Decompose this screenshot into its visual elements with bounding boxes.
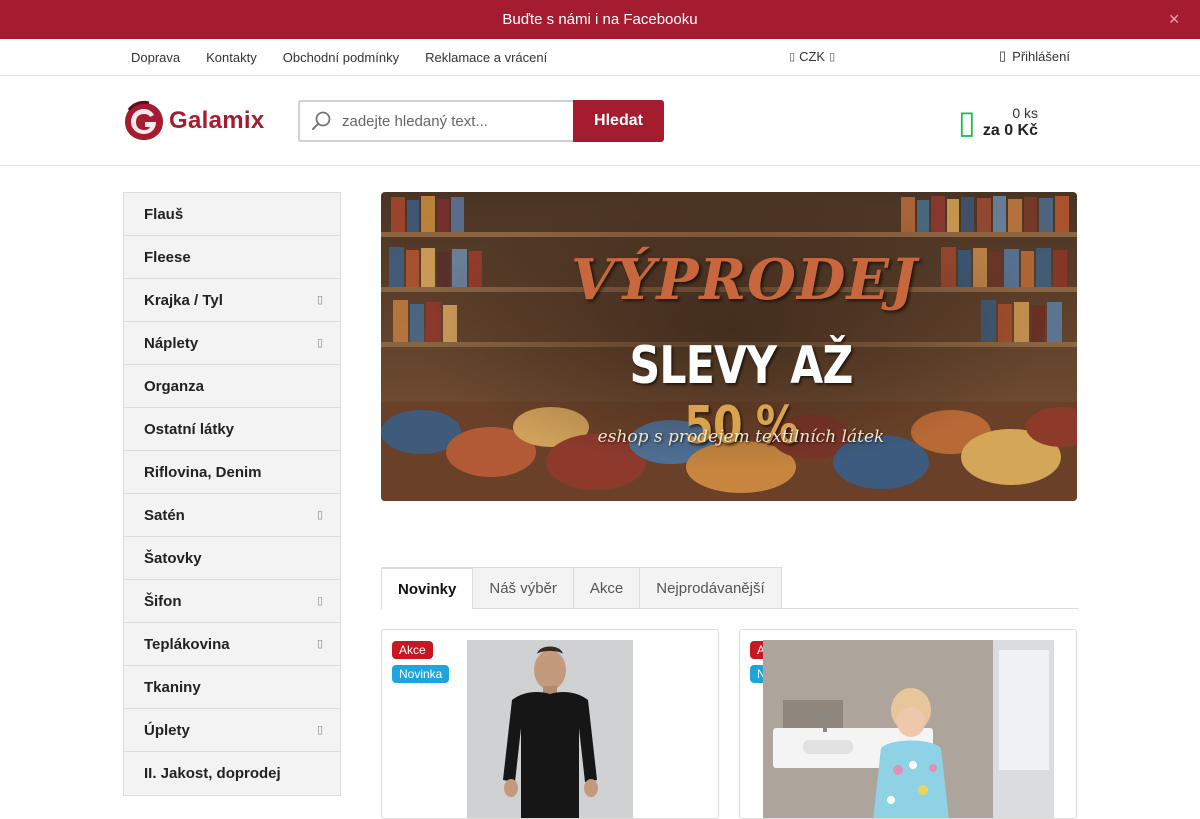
category-item[interactable]: Riflovina, Denim <box>124 451 340 494</box>
login-label: Přihlášení <box>1012 48 1070 64</box>
category-item[interactable]: Organza <box>124 365 340 408</box>
logo-text: Galamix <box>169 107 265 134</box>
category-item[interactable]: Šifon ▯ <box>124 580 340 623</box>
login-link[interactable]: ▯ Přihlášení <box>999 48 1070 64</box>
promo-bar: Buďte s námi i na Facebooku ✕ <box>0 0 1200 39</box>
category-item[interactable]: Flauš <box>124 193 340 236</box>
product-tabs: Novinky Náš výběr Akce Nejprodávanější <box>381 567 1078 609</box>
cart-total: za 0 Kč <box>982 122 1038 139</box>
chevron-right-icon: ▯ <box>316 294 323 306</box>
user-icon: ▯ <box>999 48 1007 63</box>
logo-icon <box>125 100 163 140</box>
chevron-down-icon: ▯ <box>829 51 836 63</box>
category-menu: Flauš Fleese Krajka / Tyl ▯ Náplety ▯ Orga… <box>123 192 341 796</box>
category-item[interactable]: II. Jakost, doprodej <box>124 752 340 795</box>
currency-label: CZK <box>799 49 826 64</box>
category-item[interactable]: Ostatní látky <box>124 408 340 451</box>
product-image[interactable] <box>763 640 1054 818</box>
chevron-right-icon: ▯ <box>316 638 323 650</box>
banner-subtitle-text: SLEVY AŽ <box>629 336 853 396</box>
category-label: Fleese <box>144 249 191 266</box>
link-obchodni-podminky[interactable]: Obchodní podmínky <box>270 50 412 65</box>
cart[interactable]: ▯ 0 ks za 0 Kč <box>958 104 1040 144</box>
search-box <box>298 100 574 142</box>
link-kontakty[interactable]: Kontakty <box>193 50 270 65</box>
link-doprava[interactable]: Doprava <box>118 50 193 65</box>
category-item[interactable]: Úplety ▯ <box>124 709 340 752</box>
banner-tagline: eshop s prodejem textilních látek <box>597 427 885 447</box>
banner-title: VÝPRODEJ <box>571 247 918 313</box>
category-label: Šifon <box>144 593 182 610</box>
product-image[interactable] <box>467 640 633 818</box>
category-label: Organza <box>144 378 205 395</box>
chevron-right-icon: ▯ <box>316 337 323 349</box>
category-label: Teplákovina <box>144 636 230 653</box>
currency-selector[interactable]: ▯ CZK ▯ <box>789 49 835 64</box>
product-card[interactable]: Akce Novinka <box>381 629 719 819</box>
info-links: Doprava Kontakty Obchodní podmínky Rekla… <box>118 39 560 75</box>
product-card[interactable]: Akce Novinka <box>739 629 1077 819</box>
link-reklamace[interactable]: Reklamace a vrácení <box>412 50 560 65</box>
category-label: Tkaniny <box>144 679 201 696</box>
category-item[interactable]: Teplákovina ▯ <box>124 623 340 666</box>
site-header: Galamix Hledat ▯ 0 ks za 0 Kč <box>0 76 1200 166</box>
category-label: Náplety <box>144 335 199 352</box>
close-icon[interactable]: ✕ <box>1168 0 1180 39</box>
search-input[interactable] <box>342 112 562 130</box>
category-label: II. Jakost, doprodej <box>144 765 281 782</box>
currency-icon: ▯ <box>789 51 796 63</box>
logo[interactable]: Galamix <box>123 100 265 142</box>
promo-text[interactable]: Buďte s námi i na Facebooku <box>502 11 697 28</box>
tab-nejprodavanejsi[interactable]: Nejprodávanější <box>639 567 782 608</box>
category-label: Flauš <box>144 206 184 223</box>
chevron-right-icon: ▯ <box>316 595 323 607</box>
top-navigation: Doprava Kontakty Obchodní podmínky Rekla… <box>0 39 1200 76</box>
category-label: Ostatní látky <box>144 421 235 438</box>
sale-banner[interactable]: VÝPRODEJ SLEVY AŽ 50 % eshop s prodejem … <box>381 192 1077 501</box>
category-item[interactable]: Šatovky <box>124 537 340 580</box>
category-label: Krajka / Tyl <box>144 292 223 309</box>
chevron-right-icon: ▯ <box>316 724 323 736</box>
sale-badge: Akce <box>392 641 433 659</box>
category-label: Úplety <box>144 722 190 739</box>
category-label: Šatovky <box>144 550 202 567</box>
tab-novinky[interactable]: Novinky <box>381 567 474 609</box>
tab-akce[interactable]: Akce <box>572 567 641 608</box>
product-photo <box>467 640 633 818</box>
category-label: Satén <box>144 507 185 524</box>
new-badge: Novinka <box>392 665 450 683</box>
cart-count: 0 ks <box>1012 105 1038 121</box>
search-icon <box>312 111 331 130</box>
tab-nas-vyber[interactable]: Náš výběr <box>472 567 574 608</box>
category-item[interactable]: Tkaniny <box>124 666 340 709</box>
cart-icon: ▯ <box>958 104 976 140</box>
category-item[interactable]: Krajka / Tyl ▯ <box>124 279 340 322</box>
banner-percent: 50 % <box>684 396 798 456</box>
category-item[interactable]: Náplety ▯ <box>124 322 340 365</box>
search-button[interactable]: Hledat <box>573 100 664 142</box>
category-item[interactable]: Fleese <box>124 236 340 279</box>
category-item[interactable]: Satén ▯ <box>124 494 340 537</box>
chevron-right-icon: ▯ <box>316 509 323 521</box>
product-photo <box>763 640 1054 818</box>
category-label: Riflovina, Denim <box>144 464 262 481</box>
